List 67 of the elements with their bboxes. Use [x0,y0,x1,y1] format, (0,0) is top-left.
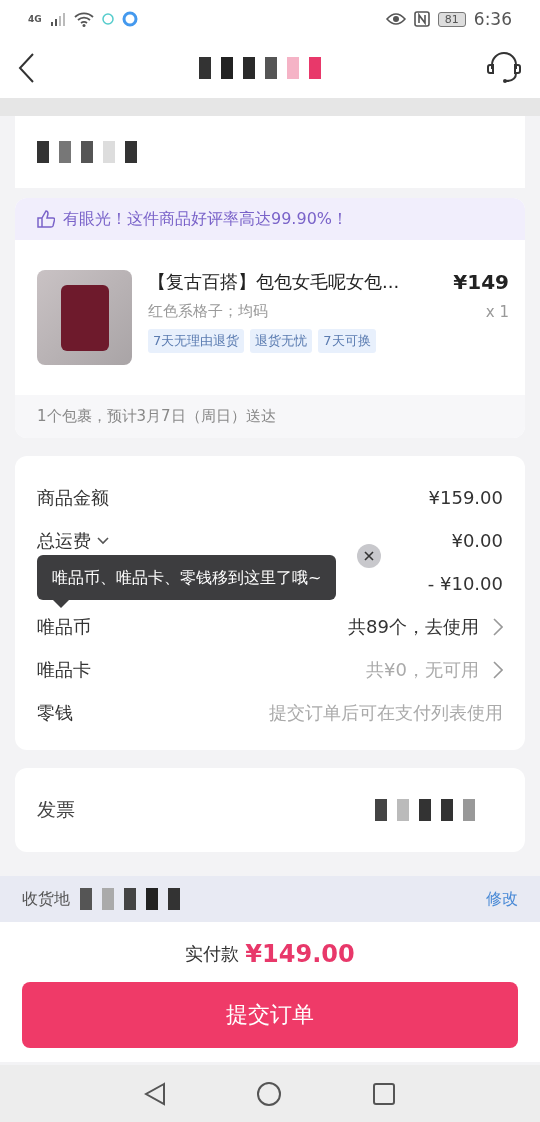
redacted-text-block [102,888,114,910]
product-quantity: x 1 [485,302,509,321]
redacted-text-block [287,57,299,79]
edit-link[interactable]: 修改 [486,888,518,910]
chevron-right-icon [493,617,503,636]
back-icon[interactable] [18,53,34,83]
redacted-text-block [125,141,137,163]
redacted-text-block [419,799,431,821]
row-label: 唯品币 [37,614,91,639]
row-label: 商品金额 [37,485,109,510]
eye-icon [385,12,406,26]
redacted-text-block [375,799,387,821]
row-value: ¥159.00 [428,487,503,508]
delivery-estimate: 1个包裹，预计3月7日（周日）送达 [15,395,525,438]
redacted-text-block [309,57,321,79]
clock-time: 6:36 [473,9,512,29]
tooltip-pointer-icon [53,600,69,609]
service-tag: 7天可换 [318,329,376,353]
back-triangle-icon[interactable] [144,1081,166,1106]
redacted-text-block [103,141,115,163]
redacted-text-block [441,799,453,821]
redacted-text-block [168,888,180,910]
service-tag: 7天无理由退货 [148,329,245,353]
network-indicator: 4G [28,14,42,24]
redacted-text-block [146,888,158,910]
redacted-text-block [59,141,71,163]
redacted-text-block [80,888,92,910]
address-label: 收货地 [22,888,70,910]
row-label: 总运费 [37,528,91,553]
product-spec: 红色系格子；均码 [148,302,268,321]
redacted-text-block [199,57,211,79]
invoice-label: 发票 [37,797,75,822]
row-label: 唯品卡 [37,657,91,682]
total-label: 实付款 [185,942,240,966]
redacted-text-block [265,57,277,79]
redacted-text-block [81,141,93,163]
redacted-text-block [397,799,409,821]
nfc-icon [413,11,430,27]
home-circle-icon[interactable] [256,1080,282,1107]
close-icon[interactable] [357,544,381,568]
thumbs-up-icon [37,210,55,228]
redacted-text-block [37,141,49,163]
row-value: ¥0.00 [451,530,503,551]
circle-icon [101,13,114,25]
battery-indicator: 81 [437,11,466,27]
chevron-down-icon [97,536,109,545]
wifi-icon [73,11,94,27]
redacted-text-block [221,57,233,79]
recents-square-icon[interactable] [372,1081,396,1106]
total-amount: ¥149.00 [245,940,355,968]
row-label: 零钱 [37,700,73,725]
service-tag: 退货无忧 [250,329,313,353]
tooltip: 唯品币、唯品卡、零钱移到这里了哦~ [37,555,337,609]
cloud-icon [121,11,138,27]
headset-icon[interactable] [486,51,522,85]
praise-text: 有眼光！这件商品好评率高达99.90%！ [63,208,348,230]
submit-order-button[interactable]: 提交订单 [22,982,518,1048]
row-value: - ¥10.00 [427,573,503,594]
redacted-text-block [243,57,255,79]
chevron-right-icon [493,660,503,679]
signal-icon [49,12,66,26]
row-value: 提交订单后可在支付列表使用 [269,700,503,725]
product-price: ¥149 [453,270,509,294]
redacted-text-block [463,799,475,821]
row-value[interactable]: 共89个，去使用 [348,614,479,639]
redacted-text-block [124,888,136,910]
product-title: 【复古百搭】包包女毛呢女包... [148,270,400,294]
